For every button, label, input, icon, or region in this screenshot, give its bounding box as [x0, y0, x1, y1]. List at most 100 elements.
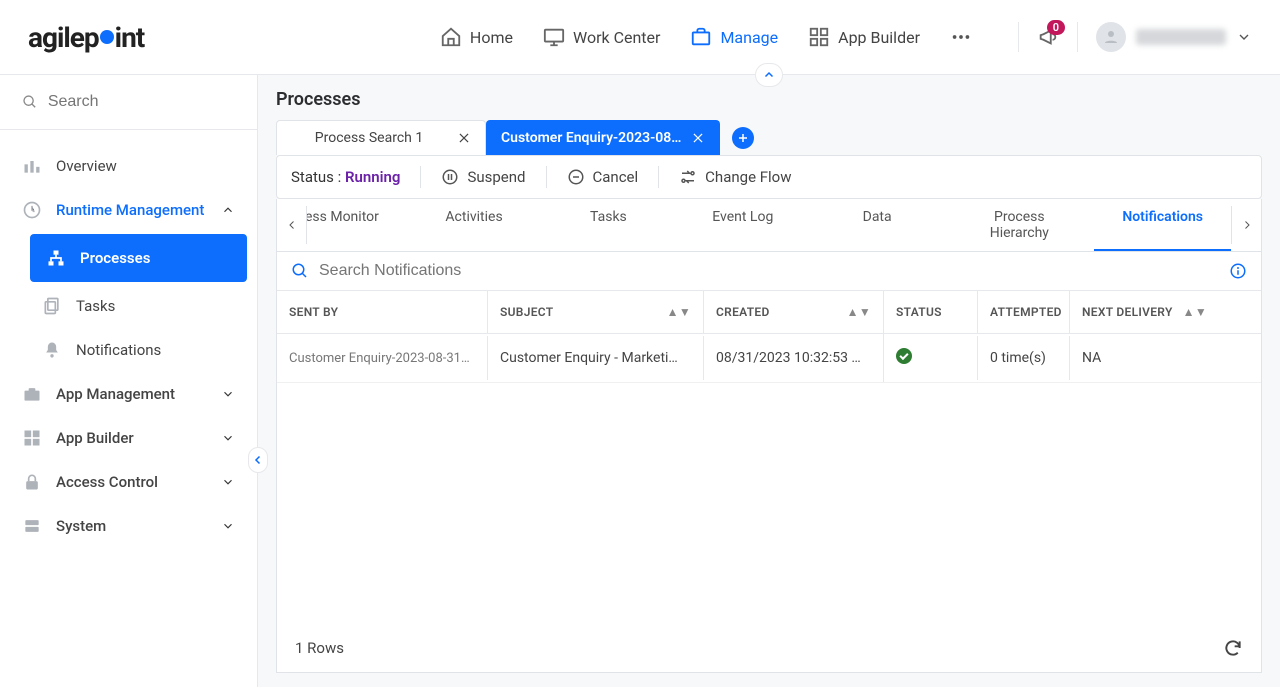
chevron-right-icon	[1241, 219, 1253, 231]
pause-icon	[441, 168, 459, 186]
tab-customer-enquiry[interactable]: Customer Enquiry-2023-08…	[486, 120, 720, 155]
col-attempted[interactable]: ATTEMPTED	[990, 305, 1062, 319]
content: Processes Process Search 1 Customer Enqu…	[258, 75, 1280, 687]
sidebar-item-runtime[interactable]: Runtime Management	[0, 188, 257, 232]
col-status[interactable]: STATUS	[896, 305, 942, 319]
nav-manage-label: Manage	[720, 28, 778, 47]
subtab-data[interactable]: Data	[810, 199, 944, 251]
lock-icon	[22, 472, 42, 492]
subtab-bar: ess Monitor Activities Tasks Event Log D…	[276, 199, 1262, 252]
sidebar-label: Access Control	[56, 473, 158, 491]
nav-home[interactable]: Home	[440, 26, 513, 48]
nav-manage[interactable]: Manage	[690, 26, 778, 48]
chevron-down-icon	[221, 475, 235, 489]
close-icon[interactable]	[457, 131, 471, 145]
sidebar-item-tasks[interactable]: Tasks	[20, 284, 257, 328]
sidebar: Overview Runtime Management Processes Ta…	[0, 75, 258, 687]
sidebar-search-input[interactable]	[48, 93, 235, 111]
user-menu[interactable]	[1096, 22, 1252, 52]
sidebar-label: Notifications	[76, 341, 161, 359]
subtab-process-monitor[interactable]: ess Monitor	[307, 199, 407, 251]
cancel-button[interactable]: Cancel	[567, 168, 639, 186]
stop-icon	[567, 168, 585, 186]
bell-icon	[42, 340, 62, 360]
table-row[interactable]: Customer Enquiry-2023-08-31T… Customer E…	[277, 334, 1261, 383]
chevron-down-icon	[1236, 29, 1252, 45]
notifications-search-input[interactable]	[319, 262, 1219, 280]
refresh-button[interactable]	[1223, 638, 1243, 658]
sidebar-item-processes[interactable]: Processes	[30, 234, 247, 282]
top-nav: Home Work Center Manage App Builder	[440, 26, 972, 48]
refresh-icon	[1223, 638, 1243, 658]
notifications-search-row	[277, 252, 1261, 290]
subtab-label: ess Monitor	[307, 209, 379, 225]
nav-more[interactable]	[950, 26, 972, 48]
sidebar-label: App Management	[56, 385, 175, 403]
monitor-icon	[543, 26, 565, 48]
user-icon	[1102, 28, 1120, 46]
toolbox-icon	[22, 384, 42, 404]
announcements-button[interactable]: 0	[1037, 26, 1059, 48]
suspend-button[interactable]: Suspend	[441, 168, 525, 186]
notifications-panel: SENT BY SUBJECT ▲▼ CREATED ▲▼ STATUS ATTEM…	[276, 252, 1262, 673]
nav-home-label: Home	[470, 28, 513, 47]
col-created[interactable]: CREATED	[716, 305, 770, 319]
nav-app-builder[interactable]: App Builder	[808, 26, 920, 48]
sidebar-item-notifications[interactable]: Notifications	[20, 328, 257, 372]
chevron-down-icon	[221, 519, 235, 533]
close-icon[interactable]	[691, 131, 705, 145]
sidebar-item-access-control[interactable]: Access Control	[0, 460, 257, 504]
sidebar-item-system[interactable]: System	[0, 504, 257, 548]
info-button[interactable]	[1229, 262, 1247, 280]
tool-label: Change Flow	[705, 168, 791, 186]
sidebar-search[interactable]	[0, 93, 257, 130]
sidebar-item-app-management[interactable]: App Management	[0, 372, 257, 416]
subtab-label: Data	[863, 209, 892, 225]
tab-process-search[interactable]: Process Search 1	[276, 120, 486, 155]
chevron-down-icon	[221, 431, 235, 445]
chevron-left-icon	[286, 219, 298, 231]
process-toolbar: Status : Running Suspend Cancel Change F…	[276, 155, 1262, 199]
change-flow-button[interactable]: Change Flow	[679, 168, 791, 186]
chart-icon	[22, 156, 42, 176]
divider	[420, 166, 421, 188]
col-next-delivery[interactable]: NEXT DELIVERY	[1082, 305, 1173, 319]
home-icon	[440, 26, 462, 48]
main: Overview Runtime Management Processes Ta…	[0, 75, 1280, 687]
notif-badge: 0	[1047, 20, 1065, 35]
nav-work-center-label: Work Center	[573, 28, 660, 47]
more-icon	[950, 26, 972, 48]
chevron-up-icon	[763, 69, 775, 81]
col-sent-by[interactable]: SENT BY	[289, 305, 338, 319]
subtab-scroll-left[interactable]	[277, 206, 307, 244]
tool-label: Cancel	[593, 168, 639, 186]
subtab-tasks[interactable]: Tasks	[541, 199, 675, 251]
sort-icon[interactable]: ▲▼	[667, 305, 691, 319]
briefcase-icon	[690, 26, 712, 48]
nav-work-center[interactable]: Work Center	[543, 26, 660, 48]
collapse-sidebar-button[interactable]	[248, 447, 268, 473]
nav-app-builder-label: App Builder	[838, 28, 920, 47]
subtab-activities[interactable]: Activities	[407, 199, 541, 251]
sidebar-item-app-builder[interactable]: App Builder	[0, 416, 257, 460]
sidebar-label: App Builder	[56, 429, 134, 447]
subtab-scroll-right[interactable]	[1231, 206, 1261, 244]
add-tab-button[interactable]	[732, 127, 754, 149]
subtab-notifications[interactable]: Notifications	[1094, 199, 1231, 251]
search-icon	[22, 93, 38, 111]
sort-icon[interactable]: ▲▼	[847, 305, 871, 319]
chevron-up-icon	[221, 203, 235, 217]
tab-label: Process Search 1	[291, 130, 447, 146]
subtab-event-log[interactable]: Event Log	[676, 199, 810, 251]
divider	[658, 166, 659, 188]
sort-icon[interactable]: ▲▼	[1183, 305, 1207, 319]
subtab-hierarchy[interactable]: Process Hierarchy	[944, 199, 1094, 251]
sidebar-item-overview[interactable]: Overview	[0, 144, 257, 188]
collapse-top-button[interactable]	[755, 63, 783, 87]
cell-status	[883, 334, 977, 382]
subtab-label: Tasks	[590, 209, 627, 225]
sidebar-label: System	[56, 517, 106, 535]
col-subject[interactable]: SUBJECT	[500, 305, 553, 319]
cell-subject: Customer Enquiry - Marketi…	[487, 336, 703, 380]
tabs-row: Process Search 1 Customer Enquiry-2023-0…	[258, 120, 1280, 155]
